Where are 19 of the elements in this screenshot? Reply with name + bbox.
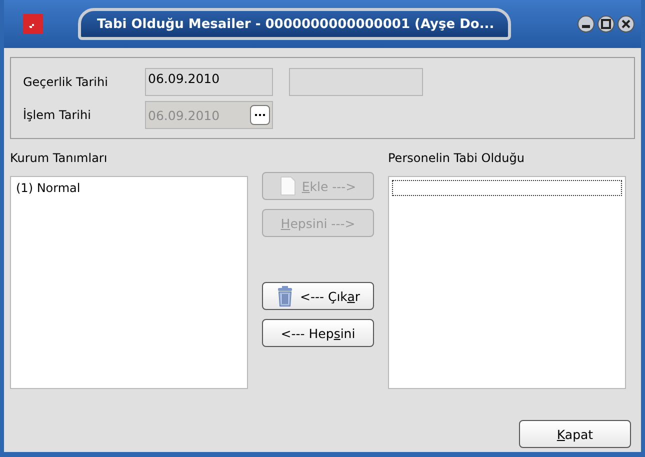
maximize-icon[interactable] — [597, 15, 615, 33]
close-icon[interactable] — [617, 15, 635, 33]
input-field[interactable] — [289, 68, 423, 96]
trash-icon — [276, 285, 294, 307]
remove-button[interactable]: <--- Çıkar — [262, 282, 374, 310]
field-label: Geçerlik Tarihi — [23, 75, 109, 89]
window-title: Tabi Olduğu Mesailer - 0000000000000001 (Ayşe Do... — [78, 8, 512, 40]
app-icon — [22, 13, 44, 35]
date-field[interactable]: 06.09.2010 — [145, 68, 273, 96]
field-label: İşlem Tarihi — [23, 108, 92, 122]
list-box[interactable]: (1) Normal — [10, 176, 248, 389]
ellipsis-icon — [255, 113, 265, 117]
minimize-icon[interactable] — [577, 15, 595, 33]
move-button[interactable]: <--- Hepsini — [262, 319, 374, 347]
page-icon — [280, 176, 296, 196]
list-item[interactable]: (1) Normal — [14, 180, 244, 196]
close-button[interactable]: Kapat — [519, 420, 631, 448]
list-title: Personelin Tabi Olduğu — [388, 151, 526, 166]
list-title: Kurum Tanımları — [10, 151, 108, 166]
